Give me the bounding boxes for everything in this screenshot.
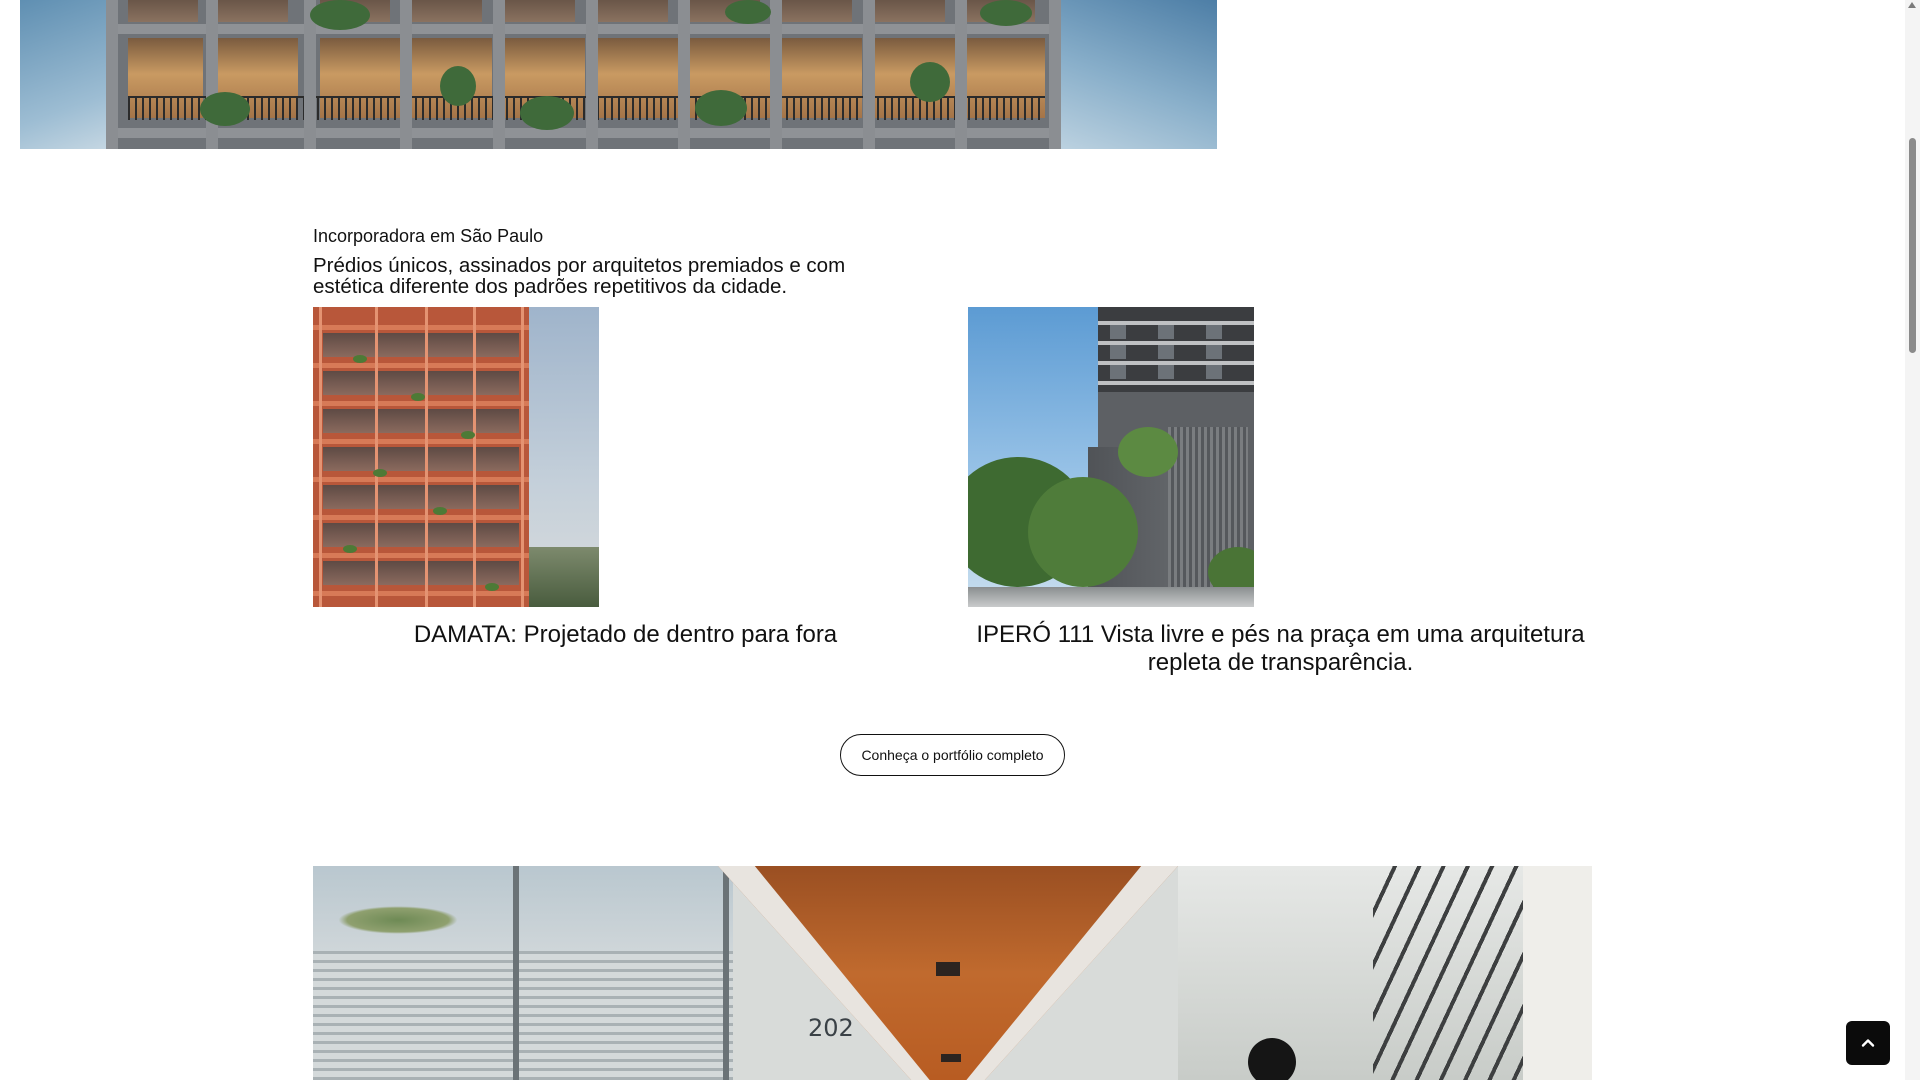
project-image-damata[interactable]	[313, 307, 599, 607]
lower-image-sign: 202	[808, 1014, 854, 1042]
page: Incorporadora em São Paulo Prédios único…	[0, 0, 1920, 1080]
portfolio-button[interactable]: Conheça o portfólio completo	[840, 734, 1065, 776]
scroll-up-icon[interactable]	[1908, 2, 1916, 8]
project-caption-ipero-111[interactable]: IPERÓ 111 Vista livre e pés na praça em …	[953, 621, 1608, 677]
project-image-ipero-111[interactable]	[968, 307, 1254, 607]
scrollbar-thumb[interactable]	[1909, 138, 1916, 353]
hero-building-image	[20, 0, 1217, 149]
back-to-top-button[interactable]	[1846, 1021, 1890, 1065]
section-eyebrow: Incorporadora em São Paulo	[313, 226, 544, 246]
vertical-scrollbar[interactable]	[1905, 0, 1920, 1080]
project-caption-damata[interactable]: DAMATA: Projetado de dentro para fora	[298, 621, 953, 649]
chevron-up-icon	[1861, 1039, 1875, 1047]
lower-architecture-image: 202	[313, 866, 1592, 1080]
section-headline: Prédios únicos, assinados por arquitetos…	[313, 254, 846, 298]
